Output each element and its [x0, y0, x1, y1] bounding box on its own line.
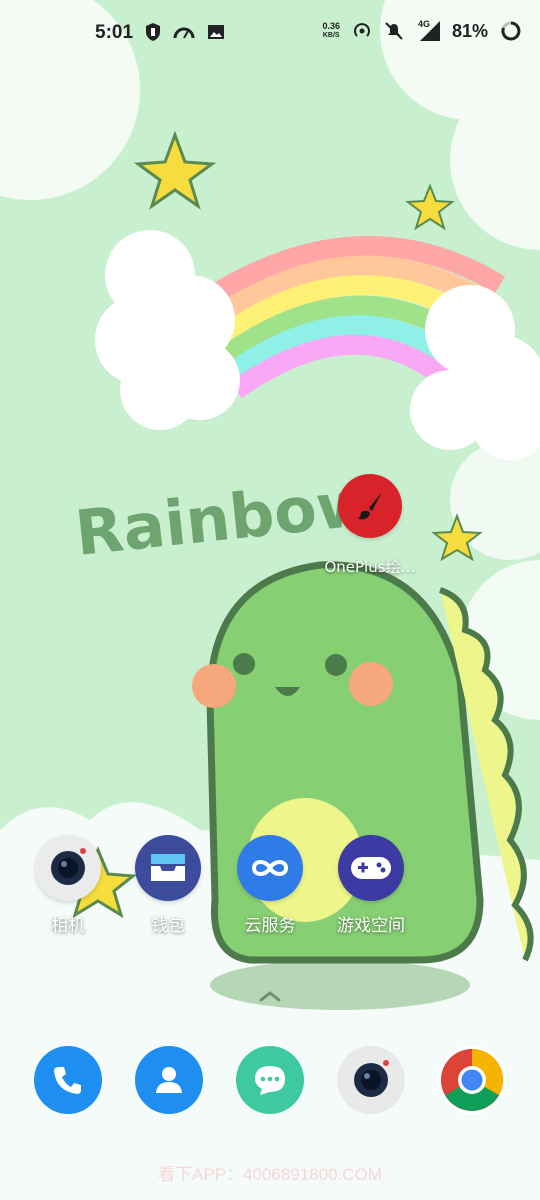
status-bar: 5:01 0.36 KB/S 4G 81%: [0, 0, 540, 68]
contacts-icon: [156, 1067, 182, 1093]
hotspot-icon: [354, 23, 370, 37]
cloud-service-icon: [251, 860, 289, 876]
battery-ring-icon: [501, 21, 521, 41]
app-wallet[interactable]: 钱包: [118, 835, 218, 936]
battery-percent: 81%: [451, 20, 488, 41]
camera-icon-bg: [35, 835, 101, 901]
notification-shield-icon: [146, 23, 160, 41]
app-camera[interactable]: 相机: [18, 835, 118, 936]
gamepad-icon-bg: [338, 835, 404, 901]
network-speed-unit: KB/S: [322, 32, 340, 39]
app-label: 游戏空间: [337, 916, 405, 936]
watermark: 看下APP：4006891800.COM: [158, 1165, 382, 1184]
phone-icon: [54, 1067, 81, 1094]
speedometer-icon: [173, 27, 195, 39]
app-label: 钱包: [151, 916, 185, 936]
camera-icon: [354, 1060, 389, 1097]
app-oneplus-draw[interactable]: OnePlus绘…: [320, 474, 420, 577]
app-drawer-handle-icon[interactable]: [259, 990, 281, 1002]
signal-icon: [419, 21, 440, 41]
cloud-service-icon-bg: [237, 835, 303, 901]
chrome-icon: [441, 1049, 503, 1111]
wallet-icon: [151, 854, 185, 881]
messages-icon: [255, 1066, 285, 1095]
image-icon: [208, 25, 224, 39]
gamepad-icon: [351, 857, 391, 879]
app-game-space[interactable]: 游戏空间: [321, 835, 421, 936]
mute-icon: [385, 22, 403, 40]
dock-messages[interactable]: [236, 1046, 304, 1114]
app-label: 相机: [51, 916, 85, 936]
app-label: OnePlus绘…: [324, 558, 416, 576]
status-time: 5:01: [95, 22, 134, 43]
wallet-icon-bg: [135, 835, 201, 901]
paintbrush-icon: [358, 492, 382, 520]
app-cloud-service[interactable]: 云服务: [220, 835, 320, 936]
dock-camera[interactable]: [337, 1046, 405, 1114]
dock-phone[interactable]: [34, 1046, 102, 1114]
signal-indicator: 4G: [416, 19, 440, 41]
wallpaper: Rainbow: [0, 0, 540, 1200]
network-speed-value: 0.36: [322, 21, 340, 31]
dock-chrome[interactable]: [438, 1046, 506, 1114]
camera-icon: [51, 848, 86, 885]
network-speed: 0.36 KB/S: [322, 22, 340, 40]
app-label: 云服务: [244, 916, 296, 936]
dock-contacts[interactable]: [135, 1046, 203, 1114]
oneplus-draw-icon-bg: [338, 474, 402, 538]
